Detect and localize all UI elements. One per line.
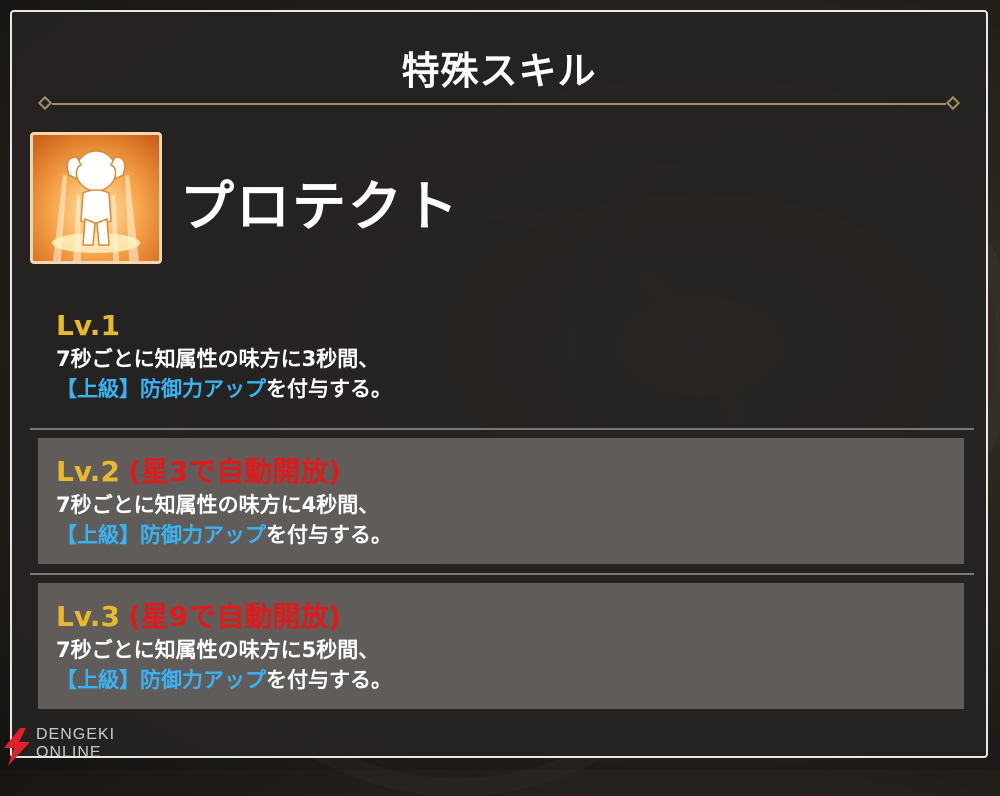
skill-header: プロテクト	[30, 132, 530, 266]
level-description: 7秒ごとに知属性の味方に4秒間、 【上級】防御力アップを付与する。	[56, 490, 964, 550]
level-separator	[30, 573, 974, 575]
title-divider	[37, 95, 961, 111]
watermark-line2: ONLINE	[36, 744, 102, 761]
level-description: 7秒ごとに知属性の味方に5秒間、 【上級】防御力アップを付与する。	[56, 635, 964, 695]
watermark-line1: DENGEKI	[36, 726, 116, 743]
level-label: Lv.2	[56, 455, 120, 488]
divider-diamond-right	[945, 95, 961, 111]
divider-diamond-left	[37, 95, 53, 111]
skill-name: プロテクト	[180, 175, 460, 238]
description-line: 7秒ごとに知属性の味方に5秒間、	[56, 638, 380, 662]
buff-name: 【上級】防御力アップ	[56, 377, 266, 401]
skill-level-2: Lv.2 (星3で自動開放) 7秒ごとに知属性の味方に4秒間、 【上級】防御力アッ…	[38, 438, 964, 564]
description-suffix: を付与する。	[266, 668, 392, 692]
unlock-condition: (星3で自動開放)	[127, 455, 342, 488]
level-separator	[30, 428, 974, 430]
level-title: Lv.1	[56, 308, 964, 344]
skill-level-3: Lv.3 (星9で自動開放) 7秒ごとに知属性の味方に5秒間、 【上級】防御力アッ…	[38, 583, 964, 709]
level-title: Lv.3 (星9で自動開放)	[56, 599, 964, 635]
level-description: 7秒ごとに知属性の味方に3秒間、 【上級】防御力アップを付与する。	[56, 344, 964, 404]
buff-name: 【上級】防御力アップ	[56, 668, 266, 692]
dengeki-online-watermark: DENGEKI ONLINE	[0, 724, 150, 770]
skill-level-1: Lv.1 7秒ごとに知属性の味方に3秒間、 【上級】防御力アップを付与する。	[38, 308, 964, 418]
description-suffix: を付与する。	[266, 523, 392, 547]
buff-name: 【上級】防御力アップ	[56, 523, 266, 547]
description-line: 7秒ごとに知属性の味方に3秒間、	[56, 347, 380, 371]
description-line: 7秒ごとに知属性の味方に4秒間、	[56, 493, 380, 517]
level-label: Lv.1	[56, 309, 120, 342]
protect-pose-icon	[30, 132, 162, 264]
special-skill-panel: 特殊スキル プロテクト Lv.1 7秒ごとに知属性の味方に3秒間、 【上級】防御…	[10, 10, 988, 758]
level-label: Lv.3	[56, 600, 120, 633]
lightning-bolt-icon	[4, 728, 30, 766]
unlock-condition: (星9で自動開放)	[127, 600, 342, 633]
panel-title: 特殊スキル	[401, 49, 597, 93]
description-suffix: を付与する。	[266, 377, 392, 401]
level-title: Lv.2 (星3で自動開放)	[56, 454, 964, 490]
